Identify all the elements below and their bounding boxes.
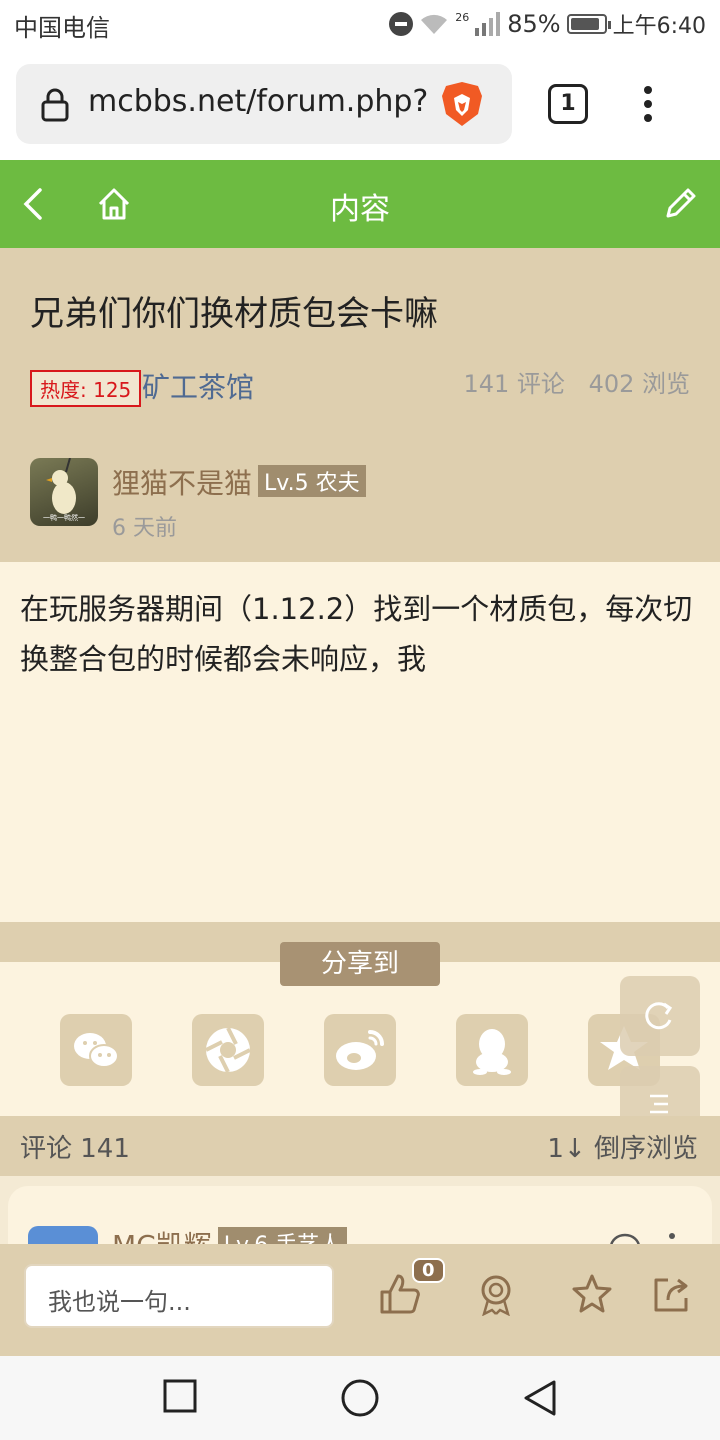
post-title: 兄弟们你们换材质包会卡嘛: [30, 294, 438, 334]
refresh-button[interactable]: [620, 976, 700, 1056]
recents-icon[interactable]: [162, 1378, 198, 1414]
signal-tag: 26: [455, 10, 470, 24]
edit-icon[interactable]: [662, 186, 698, 222]
moments-icon[interactable]: [192, 1014, 264, 1086]
tabs-button[interactable]: 1: [548, 84, 588, 124]
award-icon[interactable]: [474, 1272, 518, 1316]
page-header: 内容: [0, 160, 720, 248]
status-bar: 中国电信 26 85% 上午6:40: [0, 0, 720, 50]
battery-percent: 85%: [507, 10, 561, 38]
browser-menu-icon[interactable]: [640, 86, 656, 126]
share-label: 分享到: [280, 942, 440, 986]
home-nav-icon[interactable]: [340, 1378, 380, 1418]
post-content: 在玩服务器期间（1.12.2）找到一个材质包，每次切换整合包的时候都会未响应，我: [20, 592, 693, 676]
view-count: 402 浏览: [588, 370, 690, 398]
weibo-icon[interactable]: [324, 1014, 396, 1086]
bottom-action-bar: 我也说一句... 0: [0, 1244, 720, 1356]
heat-badge: 热度: 125: [30, 370, 142, 407]
post-body: 在玩服务器期间（1.12.2）找到一个材质包，每次切换整合包的时候都会未响应，我: [0, 562, 720, 922]
qq-icon[interactable]: [456, 1014, 528, 1086]
wifi-icon: [421, 14, 448, 34]
browser-toolbar: mcbbs.net/forum.php? 1: [0, 50, 720, 160]
wechat-icon[interactable]: [60, 1014, 132, 1086]
share-icon[interactable]: [650, 1272, 694, 1316]
system-nav-bar: [0, 1356, 720, 1440]
comment-list: MC凯辉Lv.6 手艺人: [0, 1176, 720, 1266]
battery-icon: [566, 14, 611, 34]
url-text[interactable]: mcbbs.net/forum.php?: [88, 84, 428, 119]
signal-icon: [475, 12, 501, 36]
post-time: 6 天前: [112, 516, 177, 541]
duck-image: 一鸭一鸭然一: [43, 458, 85, 522]
post-stats: 141 评论 402 浏览: [447, 364, 690, 399]
lock-icon: [41, 88, 69, 122]
comment-count: 141 评论: [463, 370, 565, 398]
reply-input[interactable]: 我也说一句...: [24, 1264, 334, 1328]
do-not-disturb-icon: [389, 12, 414, 36]
refresh-icon: [645, 1002, 673, 1030]
author-line: 狸猫不是猫 Lv.5 农夫: [112, 462, 366, 502]
comments-bar: 评论 141 1↓ 倒序浏览: [0, 1116, 720, 1176]
sort-toggle[interactable]: 1↓ 倒序浏览: [547, 1128, 698, 1165]
like-count-badge: 0: [412, 1258, 445, 1283]
author-avatar[interactable]: 一鸭一鸭然一: [30, 458, 98, 526]
back-nav-icon[interactable]: [520, 1378, 560, 1418]
reply-input-placeholder: 我也说一句...: [48, 1288, 191, 1316]
avatar-caption: 一鸭一鸭然一: [43, 513, 85, 522]
author-name[interactable]: 狸猫不是猫: [112, 467, 252, 500]
author-level-badge: Lv.5 农夫: [258, 465, 366, 497]
carrier-name: 中国电信: [14, 14, 110, 42]
page-title: 内容: [330, 192, 390, 227]
address-bar[interactable]: mcbbs.net/forum.php?: [16, 64, 512, 144]
brave-shield-icon[interactable]: [440, 80, 484, 128]
forum-link[interactable]: 矿工茶馆: [142, 366, 254, 406]
comments-count-label: 评论 141: [20, 1134, 130, 1164]
post-header: 兄弟们你们换材质包会卡嘛 热度: 125 矿工茶馆 141 评论 402 浏览 …: [0, 248, 720, 562]
favorite-star-icon[interactable]: [570, 1272, 614, 1316]
clock: 上午6:40: [612, 14, 706, 39]
